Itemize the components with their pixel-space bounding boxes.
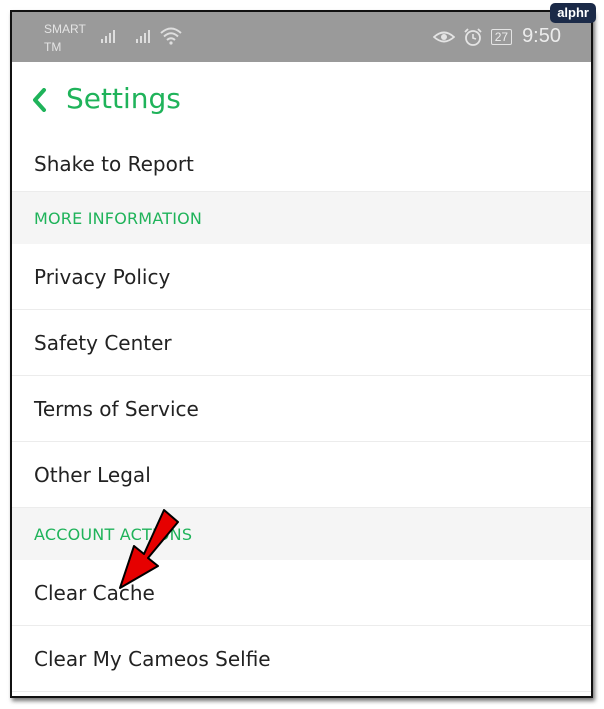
carrier-line2: TM <box>44 40 62 54</box>
alarm-icon <box>464 27 482 46</box>
status-time: 9:50 <box>522 25 561 47</box>
back-chevron-icon[interactable] <box>32 88 48 112</box>
alphr-logo: alphr <box>550 3 596 23</box>
page-title: Settings <box>66 82 181 115</box>
list-item-privacy-policy[interactable]: Privacy Policy <box>12 244 591 310</box>
phone-screen: SMART TM 27 9:50 Settings Shake to Repor… <box>10 10 593 698</box>
settings-list: Shake to Report MORE INFORMATION Privacy… <box>12 137 591 692</box>
status-bar: SMART TM 27 9:50 <box>12 12 591 62</box>
list-item-terms-of-service[interactable]: Terms of Service <box>12 376 591 442</box>
carrier-line1: SMART <box>44 22 86 36</box>
settings-header: Settings <box>12 62 591 138</box>
wifi-icon <box>160 27 182 45</box>
list-item-other-legal[interactable]: Other Legal <box>12 442 591 508</box>
list-item-safety-center[interactable]: Safety Center <box>12 310 591 376</box>
section-header-account-actions: ACCOUNT ACTIONS <box>12 508 591 560</box>
list-item-clear-cache[interactable]: Clear Cache <box>12 560 591 626</box>
signal-icon <box>136 30 150 43</box>
battery-icon: 27 <box>490 28 513 45</box>
list-item-clear-cameos-selfie[interactable]: Clear My Cameos Selfie <box>12 626 591 692</box>
section-header-more-information: MORE INFORMATION <box>12 192 591 244</box>
red-arrow-icon <box>119 509 179 589</box>
carrier-label: SMART TM <box>44 20 86 56</box>
status-right: 27 9:50 <box>432 25 561 48</box>
signal-icon <box>101 30 115 43</box>
eye-icon <box>432 31 455 42</box>
list-item-shake-to-report[interactable]: Shake to Report <box>12 137 591 192</box>
